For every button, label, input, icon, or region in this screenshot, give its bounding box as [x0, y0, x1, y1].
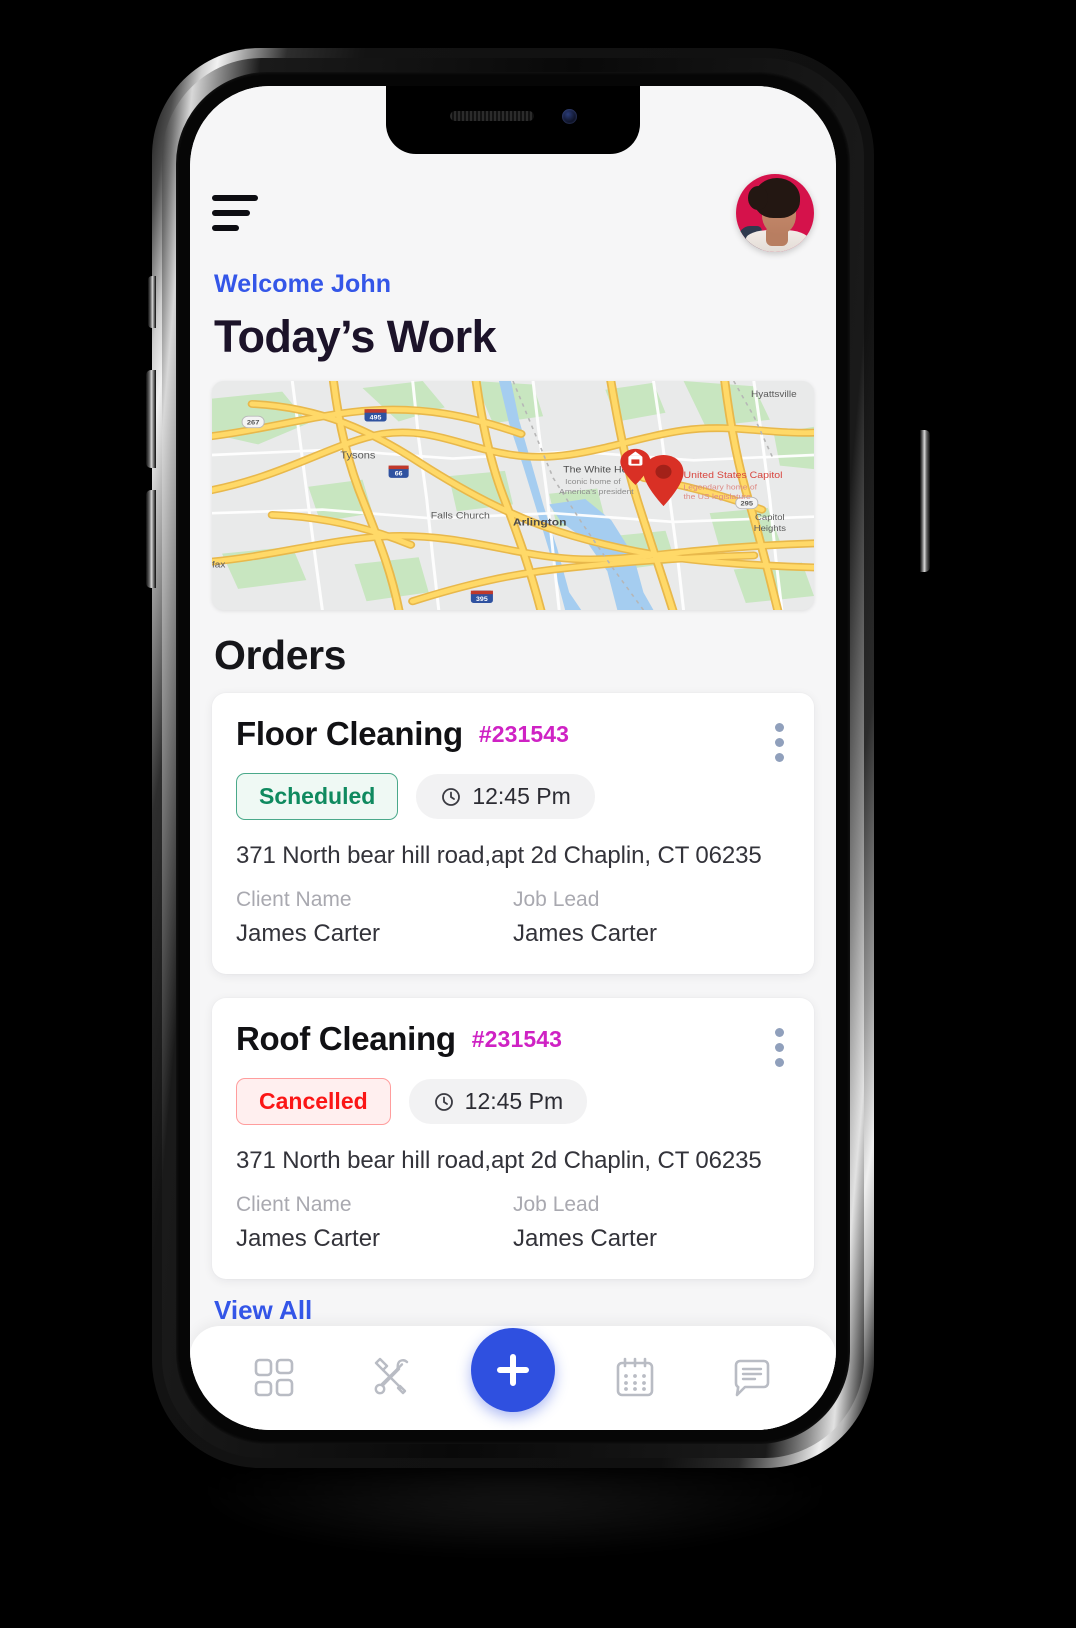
order-address: 371 North bear hill road,apt 2d Chaplin,… [236, 1147, 762, 1175]
phone-mockup: Welcome John Today’s Work 267 495 66 295… [0, 0, 1076, 1628]
power-button[interactable] [920, 430, 930, 572]
svg-text:Legendary home of: Legendary home of [684, 483, 758, 491]
svg-text:America's president: America's president [559, 487, 634, 495]
phone-notch [386, 86, 640, 154]
job-lead-label: Job Lead [513, 1193, 600, 1217]
clock-icon [442, 787, 461, 806]
svg-text:Arlington: Arlington [513, 517, 567, 528]
nav-calendar-button[interactable] [599, 1342, 671, 1414]
status-badge: Cancelled [236, 1078, 391, 1126]
order-title: Roof Cleaning [236, 1020, 456, 1058]
client-name-value: James Carter [236, 1225, 381, 1253]
avatar[interactable] [736, 174, 814, 252]
svg-text:the US legislature: the US legislature [684, 493, 752, 501]
map-canvas: 267 495 66 295 395 Hyattsville Tysons Fa… [212, 381, 814, 611]
job-lead-value: James Carter [513, 1225, 658, 1253]
client-name-label: Client Name [236, 1193, 352, 1217]
order-meta: Scheduled 12:45 Pm [236, 773, 790, 821]
nav-jobs-button[interactable] [355, 1342, 427, 1414]
svg-text:Falls Church: Falls Church [431, 511, 490, 521]
svg-text:495: 495 [370, 415, 382, 422]
svg-text:267: 267 [247, 419, 260, 426]
order-details-grid: Client Name Job Lead James Carter James … [236, 1193, 790, 1253]
order-header: Roof Cleaning #231543 [236, 1020, 790, 1058]
order-address: 371 North bear hill road,apt 2d Chaplin,… [236, 842, 762, 870]
orders-heading: Orders [214, 632, 347, 679]
calendar-icon [617, 1357, 654, 1397]
order-header: Floor Cleaning #231543 [236, 715, 790, 753]
more-options-icon[interactable] [771, 1024, 788, 1071]
grid-dashboard-icon [254, 1358, 294, 1397]
order-details-grid: Client Name Job Lead James Carter James … [236, 888, 790, 948]
nav-dashboard-button[interactable] [238, 1342, 310, 1414]
table-row[interactable]: Roof Cleaning #231543 Cancelled 12:45 Pm [212, 998, 814, 1280]
svg-text:Capitol: Capitol [755, 513, 785, 522]
phone-screen: Welcome John Today’s Work 267 495 66 295… [190, 86, 836, 1430]
svg-text:66: 66 [395, 471, 403, 478]
orders-list: Floor Cleaning #231543 Scheduled 12:45 P… [190, 679, 836, 1280]
hamburger-menu-icon[interactable] [212, 192, 262, 234]
client-name-label: Client Name [236, 888, 352, 912]
svg-text:Heights: Heights [754, 523, 787, 532]
tools-icon [374, 1357, 408, 1395]
front-camera-icon [561, 108, 577, 124]
app-header [190, 158, 836, 252]
order-time-pill: 12:45 Pm [408, 1079, 588, 1125]
svg-text:United States Capitol: United States Capitol [684, 470, 783, 480]
more-options-icon[interactable] [771, 719, 788, 766]
client-name-value: James Carter [236, 920, 381, 948]
welcome-text: Welcome John [214, 270, 392, 298]
order-id: #231543 [478, 720, 570, 747]
page-title: Today’s Work [214, 311, 497, 362]
earpiece-speaker-icon [449, 111, 534, 121]
clock-icon [434, 1092, 453, 1111]
svg-text:295: 295 [741, 500, 754, 507]
table-row[interactable]: Floor Cleaning #231543 Scheduled 12:45 P… [212, 693, 814, 975]
order-id: #231543 [471, 1025, 563, 1052]
view-all-link[interactable]: View All [190, 1279, 836, 1326]
silent-switch-button[interactable] [148, 276, 156, 328]
job-lead-label: Job Lead [513, 888, 600, 912]
svg-text:Hyattsville: Hyattsville [751, 389, 797, 399]
svg-text:Iconic home of: Iconic home of [565, 478, 621, 486]
order-meta: Cancelled 12:45 Pm [236, 1078, 790, 1126]
order-time: 12:45 Pm [464, 1088, 564, 1115]
app-root: Welcome John Today’s Work 267 495 66 295… [190, 86, 836, 1430]
job-lead-value: James Carter [513, 920, 658, 948]
status-badge: Scheduled [236, 773, 399, 821]
chat-bubble-icon [734, 1359, 770, 1397]
plus-icon [496, 1354, 529, 1387]
add-button[interactable] [470, 1328, 555, 1413]
svg-text:Tysons: Tysons [340, 451, 375, 461]
nav-messages-button[interactable] [716, 1342, 788, 1414]
order-title: Floor Cleaning [236, 715, 463, 753]
volume-up-button[interactable] [146, 370, 156, 468]
svg-text:395: 395 [476, 596, 488, 603]
volume-down-button[interactable] [146, 490, 156, 588]
bottom-navigation-bar [190, 1326, 836, 1430]
map-preview[interactable]: 267 495 66 295 395 Hyattsville Tysons Fa… [212, 381, 814, 611]
order-time-pill: 12:45 Pm [416, 774, 595, 820]
svg-text:fax: fax [212, 560, 226, 570]
order-time: 12:45 Pm [472, 783, 571, 810]
